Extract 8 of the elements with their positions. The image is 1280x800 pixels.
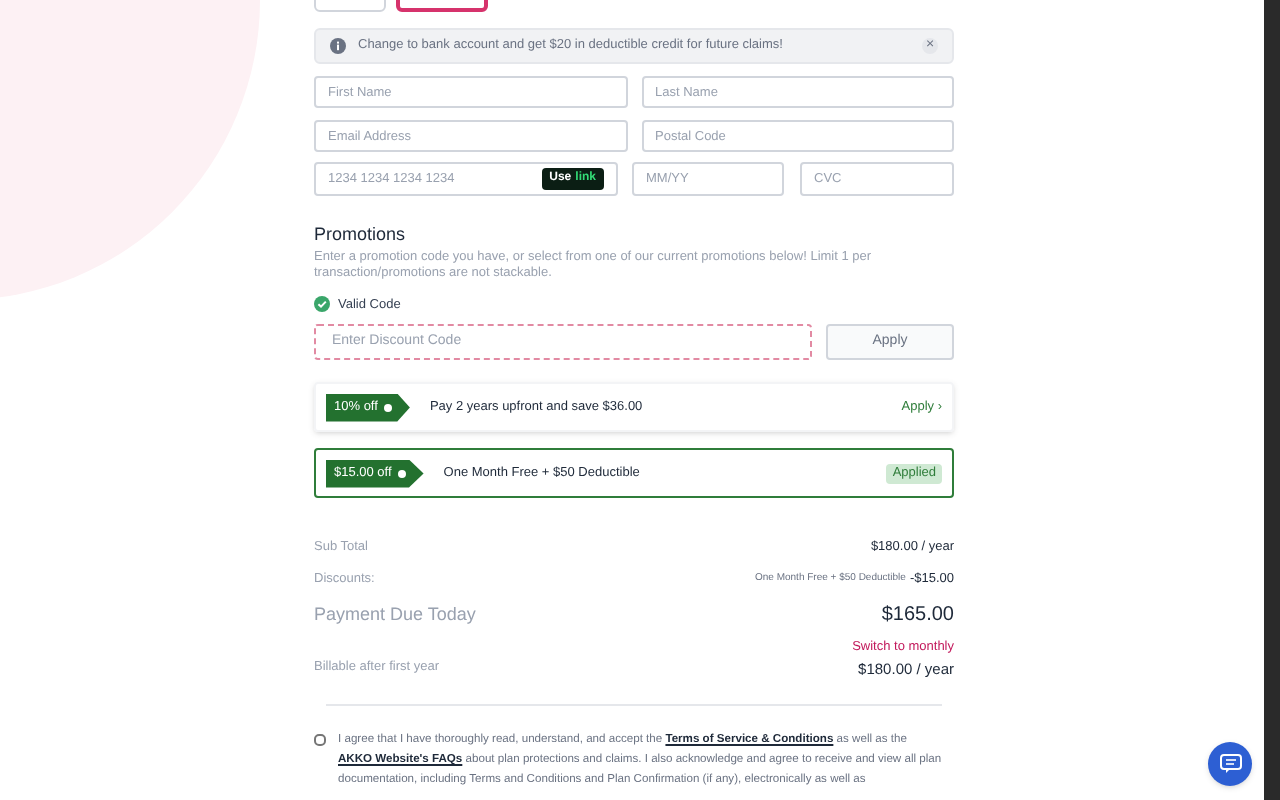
chat-icon — [1219, 754, 1241, 774]
info-icon — [330, 38, 346, 54]
summary-value: $165.00 — [881, 601, 954, 630]
section-title: Promotions — [314, 222, 408, 248]
chat-button[interactable] — [1208, 742, 1252, 786]
summary-label: Payment Due Today — [314, 601, 478, 628]
agreement-checkbox[interactable] — [314, 733, 326, 746]
check-icon — [314, 296, 330, 313]
